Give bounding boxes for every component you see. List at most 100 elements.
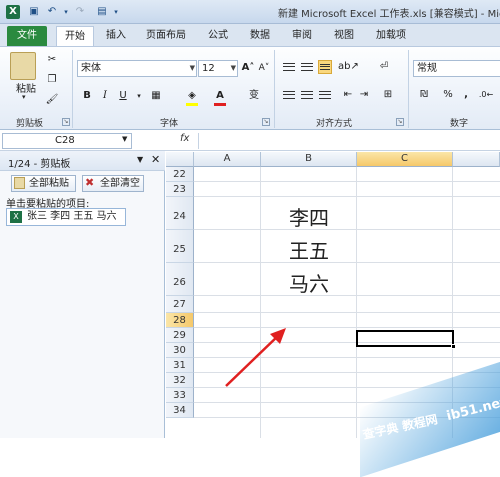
increase-indent-icon[interactable]: ⇥: [356, 87, 372, 103]
fill-color-icon[interactable]: ◈: [184, 88, 200, 104]
cell-b25[interactable]: 王五: [261, 235, 357, 264]
excel-item-icon: X: [10, 211, 22, 223]
tab-data[interactable]: 数据: [247, 28, 273, 44]
row-header-24[interactable]: 24: [166, 197, 194, 230]
row-header-23[interactable]: 23: [166, 182, 194, 197]
tab-addins[interactable]: 加载项: [373, 28, 409, 44]
italic-button[interactable]: I: [97, 88, 113, 104]
font-name-select[interactable]: 宋体 ▼: [77, 60, 197, 77]
tab-review[interactable]: 审阅: [289, 28, 315, 44]
align-middle-icon[interactable]: [300, 60, 314, 74]
cut-icon[interactable]: ✂: [44, 52, 60, 68]
group-separator: [408, 50, 409, 128]
orientation-icon[interactable]: ab↗: [338, 59, 359, 75]
name-box[interactable]: C28: [2, 133, 132, 149]
increase-decimal-icon[interactable]: .0←: [478, 87, 494, 103]
font-size-select[interactable]: 12 ▼: [198, 60, 238, 77]
formula-input[interactable]: [198, 133, 500, 149]
percent-style-button[interactable]: %: [440, 87, 456, 103]
tab-view[interactable]: 视图: [331, 28, 357, 44]
row-header-27[interactable]: 27: [166, 296, 194, 313]
paste-all-icon: [14, 177, 25, 189]
row-header-25[interactable]: 25: [166, 230, 194, 263]
row-header-26[interactable]: 26: [166, 263, 194, 296]
borders-icon[interactable]: ▦: [148, 88, 164, 104]
row-header-22[interactable]: 22: [166, 167, 194, 182]
fill-color-swatch: [186, 103, 198, 106]
annotation-arrow: [225, 328, 286, 387]
row-header-34[interactable]: 34: [166, 403, 194, 418]
bold-button[interactable]: B: [79, 88, 95, 104]
redo-icon[interactable]: ↷: [74, 6, 86, 18]
quick-access-customize-icon[interactable]: ▤: [96, 6, 108, 18]
tab-formulas[interactable]: 公式: [205, 28, 231, 44]
paste-button-label[interactable]: 粘贴: [16, 80, 36, 95]
close-icon[interactable]: ✕: [151, 153, 160, 166]
tab-page-layout[interactable]: 页面布局: [143, 28, 189, 44]
alignment-launcher-icon[interactable]: ↘: [396, 118, 404, 126]
number-format-value: 常规: [417, 63, 437, 74]
clipboard-pane-title: 1/24 - 剪贴板: [8, 159, 71, 170]
row-gridline: [194, 312, 500, 313]
align-bottom-icon[interactable]: [318, 60, 332, 74]
align-right-icon[interactable]: [318, 88, 332, 102]
increase-font-icon[interactable]: A˄: [240, 60, 256, 76]
paste-icon[interactable]: [10, 52, 36, 80]
select-all-corner[interactable]: [166, 152, 194, 167]
undo-icon[interactable]: ↶: [46, 6, 58, 18]
row-header-33[interactable]: 33: [166, 388, 194, 403]
fill-handle[interactable]: [451, 344, 456, 349]
insert-function-icon[interactable]: fx: [180, 133, 189, 144]
group-separator: [274, 50, 275, 128]
save-icon[interactable]: ▣: [28, 6, 40, 18]
font-group-label: 字体: [160, 119, 179, 129]
clipboard-item[interactable]: 张三 李四 王五 马六: [6, 208, 126, 226]
column-header-d[interactable]: [453, 152, 500, 167]
quick-access-dropdown-icon[interactable]: ▾: [110, 6, 122, 18]
font-launcher-icon[interactable]: ↘: [262, 118, 270, 126]
font-color-swatch: [214, 103, 226, 106]
paste-dropdown-icon[interactable]: ▾: [22, 93, 26, 101]
font-color-button[interactable]: A: [212, 88, 228, 104]
underline-button[interactable]: U: [115, 88, 131, 104]
copy-icon[interactable]: ❐: [44, 72, 60, 88]
clipboard-item-text: 张三 李四 王五 马六: [27, 211, 117, 222]
row-header-28[interactable]: 28: [166, 313, 194, 328]
tab-home[interactable]: 开始: [56, 26, 94, 46]
cell-b26[interactable]: 马六: [261, 268, 357, 297]
accounting-format-icon[interactable]: ₪: [416, 87, 432, 103]
merge-center-icon[interactable]: ⊞: [380, 87, 396, 103]
paste-all-label: 全部粘贴: [29, 178, 69, 189]
column-header-c[interactable]: C: [357, 152, 453, 167]
clipboard-launcher-icon[interactable]: ↘: [62, 118, 70, 126]
align-top-icon[interactable]: [282, 60, 296, 74]
name-box-dropdown-icon[interactable]: ▼: [122, 135, 127, 143]
column-header-b[interactable]: B: [261, 152, 357, 167]
decrease-font-icon[interactable]: A˅: [256, 60, 272, 76]
wrap-text-icon[interactable]: ⏎: [376, 59, 392, 75]
number-format-select[interactable]: 常规: [413, 60, 500, 77]
chevron-down-icon: ▼: [189, 64, 195, 72]
column-header-a[interactable]: A: [194, 152, 261, 167]
font-name-value: 宋体: [81, 63, 101, 74]
align-left-icon[interactable]: [282, 88, 296, 102]
excel-logo-icon[interactable]: X: [6, 5, 20, 19]
format-painter-icon[interactable]: 🖌: [44, 92, 60, 108]
tab-file[interactable]: 文件: [7, 26, 47, 46]
phonetic-button[interactable]: 变: [246, 88, 262, 104]
underline-dropdown-icon[interactable]: ▾: [131, 88, 147, 104]
comma-style-button[interactable]: ,: [458, 87, 474, 103]
row-header-30[interactable]: 30: [166, 343, 194, 358]
selected-cell-c28[interactable]: [356, 330, 454, 347]
pane-options-icon[interactable]: ▼: [137, 155, 143, 164]
cell-b24[interactable]: 李四: [261, 202, 357, 231]
row-header-32[interactable]: 32: [166, 373, 194, 388]
clear-all-icon: ✖: [85, 176, 95, 189]
tab-insert[interactable]: 插入: [103, 28, 129, 44]
row-header-29[interactable]: 29: [166, 328, 194, 343]
undo-dropdown-icon[interactable]: ▾: [60, 6, 72, 18]
decrease-indent-icon[interactable]: ⇤: [340, 87, 356, 103]
chevron-down-icon: ▼: [230, 64, 236, 72]
align-center-icon[interactable]: [300, 88, 314, 102]
row-header-31[interactable]: 31: [166, 358, 194, 373]
